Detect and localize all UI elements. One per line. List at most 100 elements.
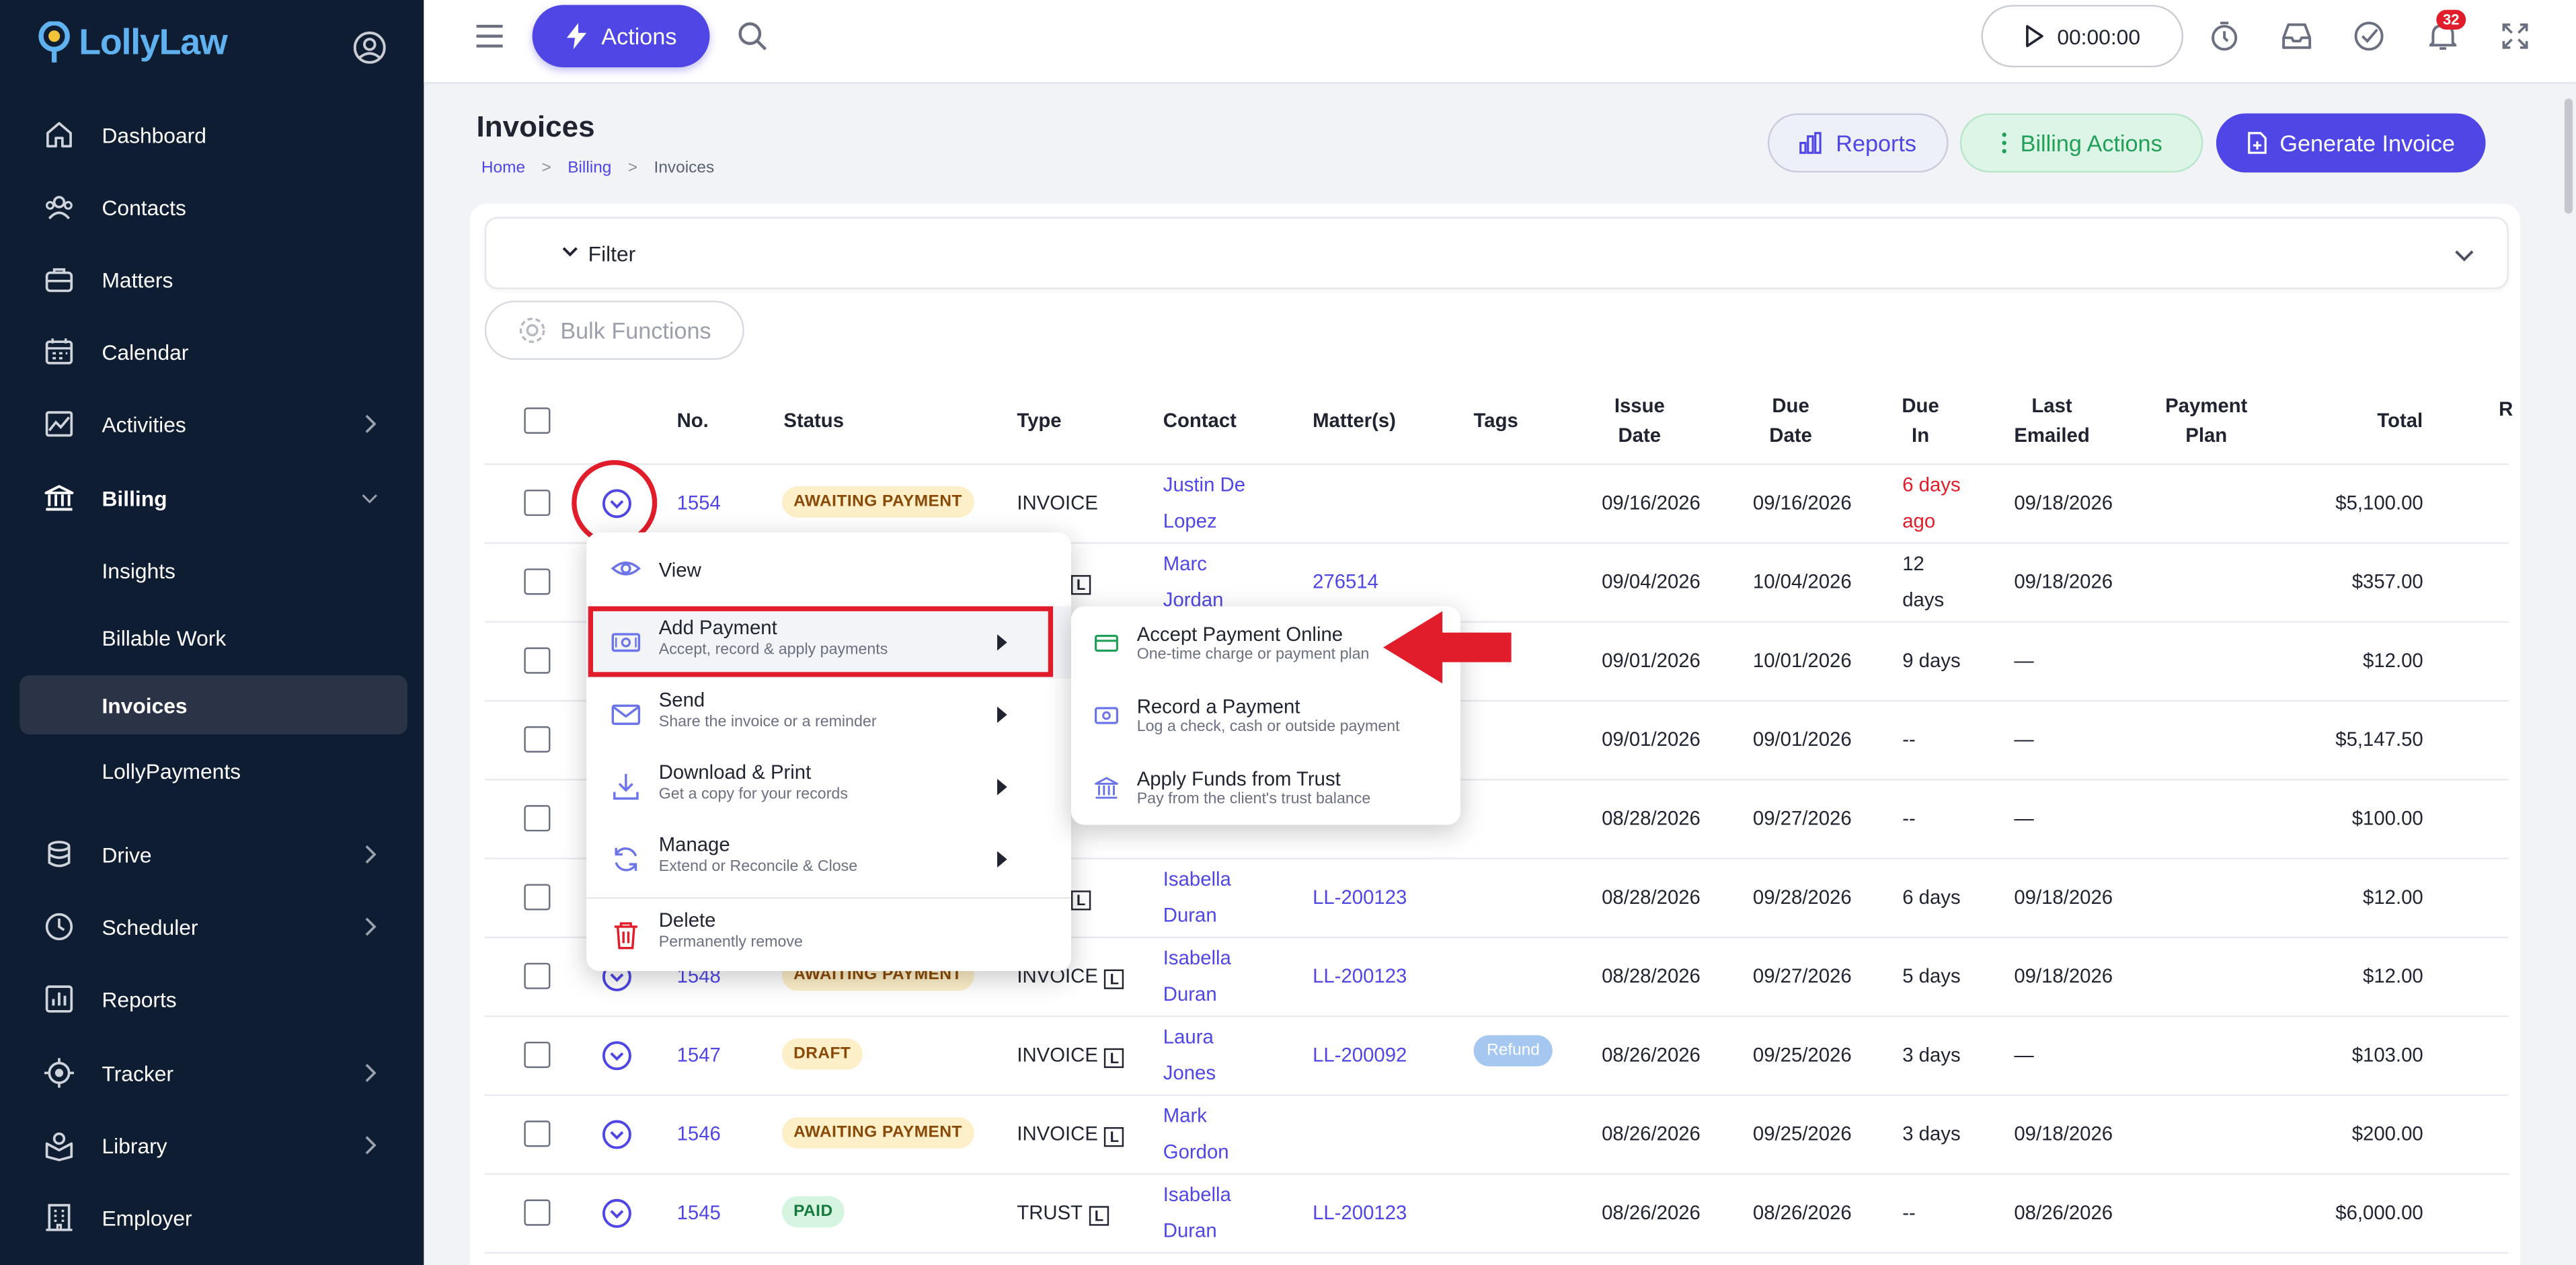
- row-menu-chevron-icon[interactable]: [601, 1198, 632, 1229]
- menu-item-delete[interactable]: Delete Permanently remove: [586, 898, 1071, 971]
- logo[interactable]: LollyLaw: [36, 21, 228, 65]
- sidebar-item-calendar[interactable]: Calendar: [19, 322, 407, 381]
- last-emailed: —: [2014, 1043, 2034, 1067]
- contact-link[interactable]: Mark Gordon: [1163, 1098, 1229, 1170]
- row-checkbox[interactable]: [524, 490, 551, 516]
- invoice-number-link[interactable]: 1547: [677, 1043, 721, 1066]
- row-checkbox[interactable]: [524, 1199, 551, 1226]
- contact-link[interactable]: Laura Jones: [1163, 1019, 1216, 1091]
- col-header-payment-plan[interactable]: Payment Plan: [2162, 391, 2251, 450]
- matter-link[interactable]: LL-200092: [1313, 1043, 1407, 1066]
- contact-link[interactable]: Isabella Duran: [1163, 1176, 1231, 1249]
- invoice-number-link[interactable]: 1546: [677, 1122, 721, 1145]
- col-header-last-emailed[interactable]: Last Emailed: [2011, 391, 2093, 450]
- breadcrumb-home[interactable]: Home: [481, 159, 525, 178]
- contact-line: Duran: [1163, 983, 1217, 1006]
- contact-link[interactable]: Isabella Duran: [1163, 940, 1231, 1013]
- sidebar-subitem-billable-work[interactable]: Billable Work: [19, 608, 407, 667]
- ledes-badge: L: [1089, 1206, 1109, 1226]
- col-header-due-in[interactable]: Due In: [1898, 391, 1943, 450]
- contact-link[interactable]: Justin De Lopez: [1163, 467, 1245, 539]
- search-icon[interactable]: [736, 20, 769, 52]
- document-plus-icon: [2247, 132, 2266, 154]
- sidebar-item-billing[interactable]: Billing: [19, 468, 407, 527]
- annotation-arrow-icon: [1383, 611, 1512, 684]
- sidebar-item-scheduler[interactable]: Scheduler: [19, 897, 407, 956]
- menu-item-download-print[interactable]: Download & Print Get a copy for your rec…: [586, 751, 1071, 824]
- submenu-item-record-payment[interactable]: Record a Payment Log a check, cash or ou…: [1071, 679, 1460, 751]
- invoice-number-link[interactable]: 1554: [677, 492, 721, 514]
- col-header-matters[interactable]: Matter(s): [1313, 406, 1396, 435]
- sidebar-item-library[interactable]: Library: [19, 1116, 407, 1175]
- row-checkbox[interactable]: [524, 1041, 551, 1069]
- issue-date: 08/28/2026: [1602, 964, 1701, 988]
- col-header-truncated[interactable]: R: [2499, 394, 2513, 424]
- filter-bar[interactable]: Filter: [484, 217, 2509, 290]
- invoice-number-link[interactable]: 1545: [677, 1201, 721, 1224]
- matter-link[interactable]: LL-200123: [1313, 964, 1407, 987]
- submenu-item-apply-trust[interactable]: Apply Funds from Trust Pay from the clie…: [1071, 751, 1460, 824]
- col-header-contact[interactable]: Contact: [1163, 406, 1237, 435]
- col-header-tags[interactable]: Tags: [1474, 406, 1518, 435]
- menu-item-send[interactable]: Send Share the invoice or a reminder: [586, 679, 1071, 751]
- chevron-right-icon: [365, 414, 377, 433]
- expand-chevron-icon[interactable]: [2454, 248, 2474, 263]
- sidebar-subitem-insights[interactable]: Insights: [19, 541, 407, 600]
- due-in: --: [1902, 1200, 1916, 1225]
- sidebar-subitem-lollypayments[interactable]: LollyPayments: [19, 741, 407, 800]
- col-header-no[interactable]: No.: [677, 406, 709, 435]
- col-header-total[interactable]: Total: [2377, 406, 2423, 435]
- row-checkbox[interactable]: [524, 647, 551, 674]
- matter-link[interactable]: LL-200123: [1313, 1201, 1407, 1224]
- hamburger-menu-icon[interactable]: [475, 23, 504, 49]
- matter-link[interactable]: LL-200123: [1313, 886, 1407, 909]
- col-header-issue-date[interactable]: Issue Date: [1606, 391, 1672, 450]
- row-menu-chevron-icon[interactable]: [601, 1119, 632, 1150]
- select-all-checkbox[interactable]: [524, 407, 551, 434]
- row-checkbox[interactable]: [524, 1120, 551, 1147]
- generate-invoice-button[interactable]: Generate Invoice: [2216, 113, 2486, 173]
- total-amount: $200.00: [2351, 1122, 2423, 1145]
- menu-item-manage[interactable]: Manage Extend or Reconcile & Close: [586, 823, 1071, 896]
- sidebar-item-activities[interactable]: Activities: [19, 394, 407, 453]
- inbox-icon[interactable]: [2280, 20, 2313, 52]
- row-checkbox[interactable]: [524, 962, 551, 989]
- menu-item-view[interactable]: View: [586, 533, 1071, 605]
- user-profile-icon[interactable]: [352, 30, 388, 66]
- matter-link[interactable]: 276514: [1313, 570, 1378, 593]
- row-checkbox[interactable]: [524, 805, 551, 832]
- calendar-icon: [45, 338, 73, 365]
- row-checkbox[interactable]: [524, 884, 551, 911]
- home-icon: [46, 122, 72, 148]
- sidebar-item-contacts[interactable]: Contacts: [19, 178, 407, 237]
- bulk-functions-button[interactable]: Bulk Functions: [484, 301, 744, 360]
- billing-actions-button[interactable]: Billing Actions: [1959, 113, 2203, 173]
- row-checkbox[interactable]: [524, 726, 551, 753]
- bar-chart-icon: [1800, 132, 1822, 154]
- sidebar-item-dashboard[interactable]: Dashboard: [19, 105, 407, 164]
- breadcrumb-billing[interactable]: Billing: [568, 159, 611, 178]
- col-header-due-date[interactable]: Due Date: [1758, 391, 1824, 450]
- timer-button[interactable]: 00:00:00: [1981, 5, 2184, 68]
- row-checkbox[interactable]: [524, 568, 551, 595]
- sidebar-item-employer[interactable]: Employer: [19, 1188, 407, 1247]
- sidebar-subitem-invoices[interactable]: Invoices: [19, 675, 407, 735]
- due-in: 5 days: [1902, 964, 1961, 988]
- reports-button[interactable]: Reports: [1767, 113, 1949, 173]
- sidebar-item-drive[interactable]: Drive: [19, 825, 407, 884]
- sidebar-item-tracker[interactable]: Tracker: [19, 1043, 407, 1102]
- fullscreen-icon[interactable]: [2499, 20, 2532, 52]
- stopwatch-icon[interactable]: [2208, 20, 2241, 52]
- row-menu-chevron-icon[interactable]: [601, 1040, 632, 1071]
- sidebar-item-matters[interactable]: Matters: [19, 250, 407, 309]
- col-header-type[interactable]: Type: [1017, 406, 1061, 435]
- sidebar-item-reports[interactable]: Reports: [19, 969, 407, 1028]
- due-in-line: ago: [1902, 509, 1936, 533]
- caret-right-icon: [997, 779, 1007, 796]
- sidebar-item-label: Library: [102, 1133, 167, 1158]
- actions-button[interactable]: Actions: [532, 5, 710, 68]
- contact-link[interactable]: Isabella Duran: [1163, 861, 1231, 933]
- check-circle-icon[interactable]: [2353, 20, 2386, 52]
- col-header-status[interactable]: Status: [783, 406, 844, 435]
- page-scrollbar[interactable]: [2564, 98, 2573, 214]
